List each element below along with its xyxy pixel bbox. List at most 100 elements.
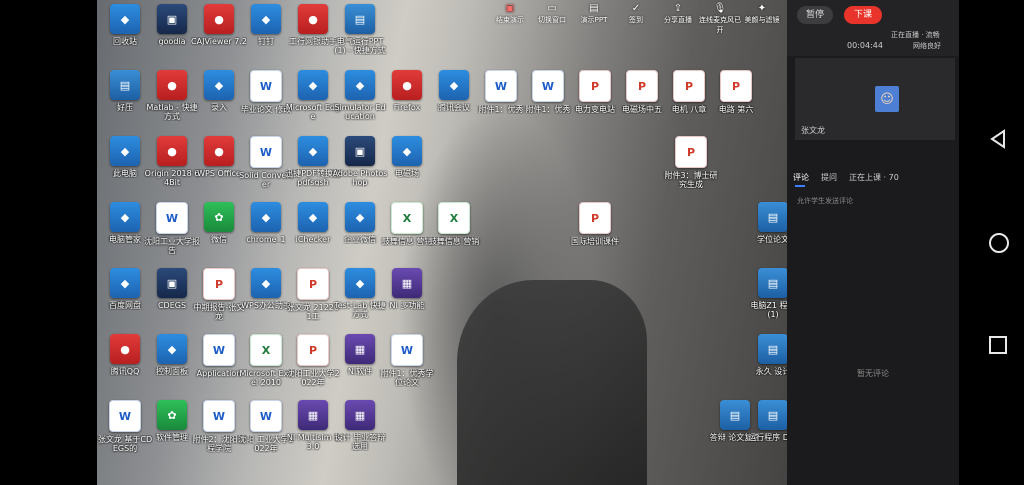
- desktop-icon[interactable]: ▤ 电脑Z1 程序(1): [747, 268, 787, 328]
- desktop-icon[interactable]: X 鼓舞信息 营销: [381, 202, 433, 262]
- desktop-icon[interactable]: ● 腾讯QQ: [99, 334, 151, 394]
- desktop-icon[interactable]: W 沈阳 工业大学2022年: [238, 400, 294, 460]
- tab-attendance[interactable]: 正在上课 · 70: [849, 172, 899, 183]
- desktop-icon[interactable]: ▤ 电气运行PPT(1) - 快捷方式: [334, 4, 386, 64]
- presenter-name: 张文龙: [801, 126, 825, 135]
- desktop-icon[interactable]: ◆ 企业微信: [334, 202, 386, 262]
- pdf-file-icon: P: [675, 136, 707, 168]
- desktop-icon[interactable]: ▤ 学位论文: [747, 202, 787, 262]
- app-file-icon: ◆: [345, 268, 375, 298]
- desktop-icon[interactable]: P 国际培训课件: [569, 202, 621, 262]
- desktop-icon[interactable]: W 附件1：优秀: [522, 70, 574, 130]
- desktop-icon[interactable]: ◆ 控制面板: [146, 334, 198, 394]
- xls-file-icon: X: [250, 334, 282, 366]
- desktop-icon[interactable]: W 沈阳工业大学报告: [144, 202, 200, 262]
- desktop-icon[interactable]: ✿ 微信: [193, 202, 245, 262]
- doc-file-icon: W: [485, 70, 517, 102]
- desktop-icon[interactable]: P 电路 第六: [710, 70, 762, 130]
- desktop-icon[interactable]: W 毕业论文 修改: [240, 70, 292, 130]
- comment-tabs: 评论 提问 正在上课 · 70: [793, 172, 953, 187]
- desktop-icon[interactable]: P 电机 八章: [663, 70, 715, 130]
- doc-file-icon: W: [109, 400, 141, 432]
- desktop-icon[interactable]: ● Matlab - 快捷方式: [146, 70, 198, 130]
- green-file-icon: ✿: [204, 202, 234, 232]
- desktop-icon[interactable]: ▤ 永久 设计: [747, 334, 787, 394]
- app-file-icon: ◆: [157, 334, 187, 364]
- desktop-icon[interactable]: P 电磁场中五: [616, 70, 668, 130]
- desktop-icon[interactable]: P 附件3：博士研究生成: [664, 136, 718, 196]
- recents-icon[interactable]: [987, 334, 1009, 360]
- toolbar-button[interactable]: ✓ 签到: [613, 3, 659, 25]
- desktop-icon[interactable]: ● CAJViewer 7.2: [191, 4, 247, 64]
- desktop-icon[interactable]: ● 工行网银助手: [287, 4, 339, 64]
- home-icon[interactable]: [987, 231, 1011, 259]
- toolbar-button[interactable]: ✦ 美颜与滤镜: [739, 3, 785, 25]
- desktop-icon[interactable]: ◆ iChecker: [287, 202, 339, 262]
- toolbar-button-label: 结束演示: [496, 16, 524, 24]
- desktop-icon-label: 永久 设计: [755, 367, 787, 376]
- app-file-icon: ◆: [110, 136, 140, 166]
- desktop-icon[interactable]: ◆ 回收站: [99, 4, 151, 64]
- end-class-button[interactable]: 下课: [844, 6, 882, 24]
- desktop-icon[interactable]: ▦ NI 多功能: [381, 268, 433, 328]
- desktop-icon[interactable]: X 鼓舞信息 营销: [428, 202, 480, 262]
- red-file-icon: ●: [392, 70, 422, 100]
- desktop-icon[interactable]: W 附件1：优秀: [475, 70, 527, 130]
- desktop-icon[interactable]: P 张文龙 212201工: [287, 268, 339, 328]
- toolbar-button[interactable]: ▤ 演示PPT: [571, 3, 617, 25]
- desktop-icon[interactable]: ▦ 设计 毕业答辩选用: [334, 400, 386, 460]
- desktop-icon[interactable]: ◆ 腾讯会议: [428, 70, 480, 130]
- toolbar-button[interactable]: ▭ 切换窗口: [529, 3, 575, 25]
- desktop-icon[interactable]: ◆ chrome_1: [240, 202, 292, 262]
- desktop-icon[interactable]: ◆ 电磁场: [381, 136, 433, 196]
- desktop-icon[interactable]: P 电力变电站: [569, 70, 621, 130]
- pdf-file-icon: P: [203, 268, 235, 300]
- toolbar-button-label: 美颜与滤镜: [744, 16, 780, 24]
- tab-questions[interactable]: 提问: [821, 172, 837, 183]
- desktop-icon[interactable]: ◆ 迅捷PDF转换器pdfsgsh: [285, 136, 341, 196]
- desktop-icon[interactable]: ◆ Test-Lab 快捷方式: [334, 268, 386, 328]
- desktop-icon[interactable]: ◆ 百度网盘: [99, 268, 151, 328]
- desktop-icon[interactable]: ◆ 钉钉: [240, 4, 292, 64]
- rar-file-icon: ▤: [345, 4, 375, 34]
- desktop-icon-label: 附件3：博士研究生成: [664, 171, 718, 189]
- desktop-icon[interactable]: W 张文龙 基于CDEGS的: [98, 400, 152, 460]
- green-file-icon: ✿: [157, 400, 187, 430]
- desktop-icon[interactable]: P 沈阳工业大学2022年: [286, 334, 340, 394]
- check-in-icon: ✓: [631, 3, 641, 14]
- presentation-toolbar: ▣ 结束演示 ▭ 切换窗口 ▤ 演示PPT ✓ 签到 ⇪ 分享直播 🎙 连线麦克风已开 ✦ 美颜与滤镜: [487, 0, 787, 35]
- desktop-icon[interactable]: ▦ NI Multisim 13.0: [287, 400, 339, 460]
- desktop-icon[interactable]: ▣ Adobe Photoshop: [333, 136, 387, 196]
- desktop-icon-label: 学位论文: [757, 235, 787, 244]
- tab-comments[interactable]: 评论: [793, 172, 809, 183]
- elapsed-time: 00:04:44: [847, 41, 883, 50]
- desktop-icon[interactable]: ◆ 此电脑: [99, 136, 151, 196]
- desktop-icon[interactable]: W 附件1：优秀学位论文: [380, 334, 434, 394]
- desktop-icon-label: 鼓舞信息 营销: [428, 237, 480, 246]
- toolbar-button[interactable]: ⇪ 分享直播: [655, 3, 701, 25]
- toolbar-button[interactable]: 🎙 连线麦克风已开: [697, 3, 743, 35]
- presenter-video[interactable]: ☺ 张文龙: [795, 58, 955, 140]
- desktop-icon[interactable]: W Solid Converter: [239, 136, 293, 196]
- desktop-icon[interactable]: ▣ goodia: [146, 4, 198, 64]
- mic-icon: 🎙: [713, 3, 727, 14]
- desktop-icon[interactable]: ● Firefox: [381, 70, 433, 130]
- pdf-file-icon: P: [297, 334, 329, 366]
- desktop-icon[interactable]: ● Origin 2018 64Bit: [145, 136, 199, 196]
- desktop-icon[interactable]: ◆ Simulator Education: [334, 70, 386, 130]
- desktop-icon[interactable]: ◆ Microsoft Edge: [286, 70, 340, 130]
- toolbar-button[interactable]: ▣ 结束演示: [487, 3, 533, 25]
- live-side-panel: 暂停 下课 正在直播 · 流畅 00:04:44 网络良好 ☺ 张文龙 评论 提…: [787, 0, 959, 485]
- desktop-icon[interactable]: ◆ 录入: [193, 70, 245, 130]
- desktop-icon[interactable]: P 中期报告-张文龙: [193, 268, 245, 328]
- back-icon[interactable]: [987, 128, 1009, 154]
- desktop-icon[interactable]: ▤ 好压: [99, 70, 151, 130]
- app-file-icon: ◆: [110, 202, 140, 232]
- android-nav-bar: [959, 0, 1024, 485]
- pause-button[interactable]: 暂停: [797, 6, 833, 24]
- desktop-icon-label: 电磁场: [395, 169, 419, 178]
- comment-permission[interactable]: 允许学生发送评论: [797, 196, 853, 206]
- network-status: 网络良好: [913, 42, 941, 50]
- doc-file-icon: W: [203, 334, 235, 366]
- desktop-icon[interactable]: ▤ 运行程序 DLL: [747, 400, 787, 460]
